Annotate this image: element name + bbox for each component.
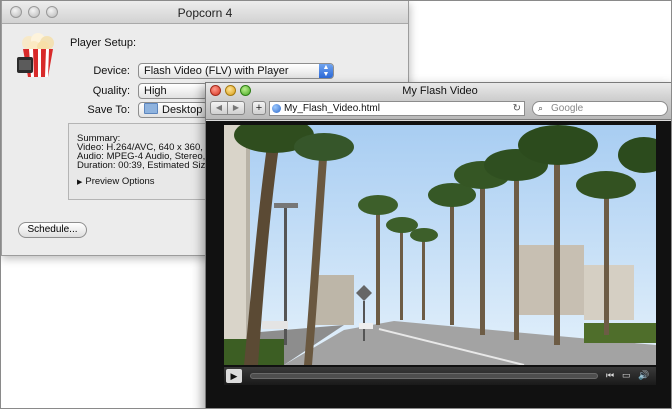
- volume-icon[interactable]: 🔊: [638, 370, 649, 381]
- globe-icon: [272, 104, 281, 113]
- play-button[interactable]: ▶: [226, 369, 242, 383]
- player-setup-label: Player Setup:: [70, 37, 137, 49]
- popcorn-bucket-icon: [17, 33, 54, 77]
- device-label: Device:: [93, 65, 130, 77]
- search-icon: ⌕: [538, 103, 544, 113]
- screenshot-frame: Popcorn 4 Player Setup: Device: Flash Vi…: [0, 0, 672, 409]
- seek-bar[interactable]: [250, 373, 598, 379]
- search-placeholder: Google: [551, 103, 584, 114]
- device-row: Device: Flash Video (FLV) with Player ▲ ▼: [62, 63, 342, 81]
- disclosure-triangle-icon: ▶: [77, 179, 83, 186]
- folder-icon: [144, 103, 158, 114]
- save-to-select[interactable]: Desktop: [138, 102, 208, 118]
- video-frame[interactable]: [224, 125, 656, 365]
- add-bookmark-button[interactable]: +: [252, 101, 266, 115]
- skip-back-icon[interactable]: ⏮: [606, 370, 614, 381]
- save-to-label: Save To:: [87, 104, 130, 116]
- reload-icon[interactable]: ↻: [513, 102, 521, 115]
- address-text: My_Flash_Video.html: [284, 103, 380, 114]
- quality-value: High: [144, 85, 167, 97]
- forward-button[interactable]: ▶: [227, 101, 245, 115]
- popcorn-window-title: Popcorn 4: [177, 6, 233, 20]
- search-input[interactable]: ⌕ Google: [532, 101, 668, 116]
- preview-options-label: Preview Options: [85, 176, 155, 187]
- quality-select[interactable]: High: [138, 83, 208, 99]
- address-bar[interactable]: My_Flash_Video.html ↻: [269, 101, 525, 116]
- browser-window-title: My Flash Video: [402, 85, 478, 97]
- player-controls: ▶ ⏮ ▭ 🔊: [224, 367, 656, 385]
- quality-label: Quality:: [92, 85, 130, 97]
- browser-titlebar[interactable]: My Flash Video: [206, 83, 671, 99]
- schedule-button[interactable]: Schedule...: [18, 222, 87, 238]
- back-button[interactable]: ◀: [210, 101, 228, 115]
- popcorn-titlebar[interactable]: Popcorn 4: [2, 1, 408, 24]
- video-player: ▶ ⏮ ▭ 🔊: [206, 121, 671, 408]
- device-select[interactable]: Flash Video (FLV) with Player ▲ ▼: [138, 63, 334, 79]
- chevron-updown-icon: ▲ ▼: [319, 64, 333, 78]
- fullscreen-icon[interactable]: ▭: [622, 370, 631, 381]
- browser-window: My Flash Video ◀ ▶ + My_Flash_Video.html…: [205, 82, 671, 408]
- browser-toolbar: ◀ ▶ + My_Flash_Video.html ↻ ⌕ Google: [206, 99, 671, 120]
- device-value: Flash Video (FLV) with Player: [144, 65, 289, 77]
- save-to-value: Desktop: [162, 104, 203, 116]
